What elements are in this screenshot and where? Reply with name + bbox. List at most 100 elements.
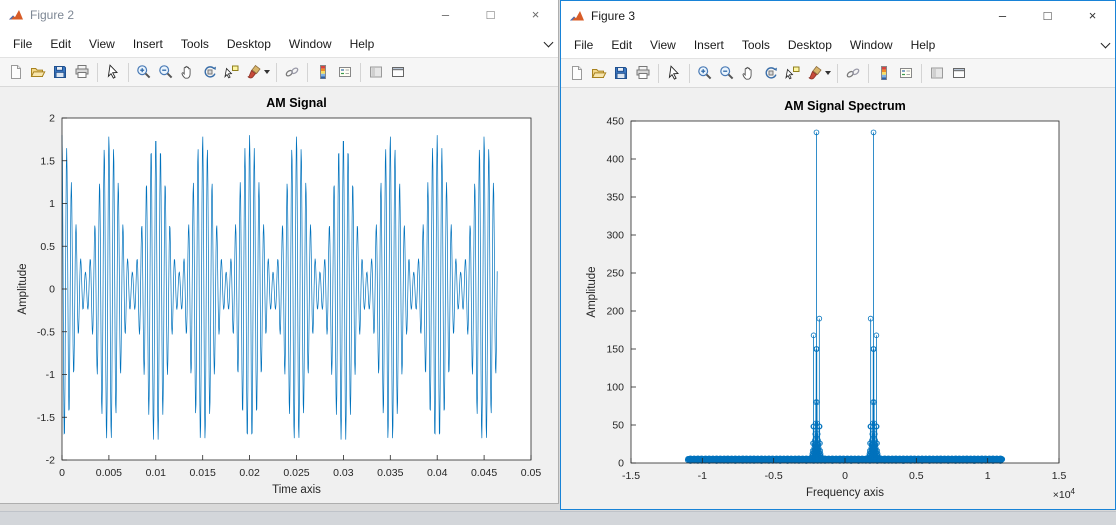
open-file-button[interactable] (27, 61, 49, 83)
rotate-3d-button[interactable] (199, 61, 221, 83)
svg-text:Amplitude: Amplitude (17, 263, 29, 314)
svg-text:450: 450 (606, 116, 624, 128)
dock-figure-button[interactable] (948, 62, 970, 84)
open-file-button[interactable] (588, 62, 610, 84)
menu-help[interactable]: Help (341, 32, 384, 56)
link-plot-button[interactable] (842, 62, 864, 84)
svg-text:200: 200 (606, 306, 624, 318)
data-cursor-button[interactable] (221, 61, 243, 83)
save-figure-icon (52, 64, 68, 80)
close-button[interactable]: × (1070, 1, 1115, 31)
toolbar-separator (128, 62, 129, 82)
menu-edit[interactable]: Edit (602, 33, 641, 57)
svg-text:0.035: 0.035 (377, 467, 403, 479)
menu-file[interactable]: File (565, 33, 602, 57)
edit-plot-icon (666, 65, 682, 81)
dock-figure-icon (951, 65, 967, 81)
svg-text:300: 300 (606, 230, 624, 242)
hide-plot-tools-icon (368, 64, 384, 80)
menu-file[interactable]: File (4, 32, 41, 56)
print-figure-icon (635, 65, 651, 81)
menu-edit[interactable]: Edit (41, 32, 80, 56)
maximize-button[interactable]: □ (1025, 1, 1070, 31)
svg-text:0.03: 0.03 (333, 467, 354, 479)
menu-tools[interactable]: Tools (172, 32, 218, 56)
toolbar-separator (921, 63, 922, 83)
maximize-button[interactable]: □ (468, 0, 513, 30)
menu-window[interactable]: Window (280, 32, 341, 56)
hide-plot-tools-button[interactable] (365, 61, 387, 83)
insert-colorbar-icon (315, 64, 331, 80)
am-signal-spectrum-chart: -1.5 -1 -0.5 0 0.5 1 1.5 0 50 100 150 200 250 300 350 4… (586, 99, 1076, 501)
insert-colorbar-icon (876, 65, 892, 81)
new-figure-button[interactable] (5, 61, 27, 83)
zoom-in-icon (136, 64, 152, 80)
edit-plot-button[interactable] (663, 62, 685, 84)
svg-text:Time axis: Time axis (272, 484, 321, 496)
toolbar-separator (276, 62, 277, 82)
zoom-out-button[interactable] (716, 62, 738, 84)
svg-text:0.01: 0.01 (146, 467, 167, 479)
link-plot-icon (845, 65, 861, 81)
menu-insert[interactable]: Insert (124, 32, 172, 56)
svg-text:0.5: 0.5 (909, 470, 924, 482)
new-figure-button[interactable] (566, 62, 588, 84)
pan-button[interactable] (177, 61, 199, 83)
zoom-in-button[interactable] (694, 62, 716, 84)
link-plot-button[interactable] (281, 61, 303, 83)
menu-window[interactable]: Window (841, 33, 902, 57)
insert-legend-button[interactable] (334, 61, 356, 83)
svg-text:0.005: 0.005 (96, 467, 122, 479)
data-cursor-icon (224, 64, 240, 80)
close-button[interactable]: × (513, 0, 558, 30)
menu-desktop[interactable]: Desktop (218, 32, 280, 56)
save-figure-button[interactable] (610, 62, 632, 84)
rotate-3d-button[interactable] (760, 62, 782, 84)
svg-text:1: 1 (985, 470, 991, 482)
menu-help[interactable]: Help (902, 33, 945, 57)
svg-text:0.04: 0.04 (427, 467, 448, 479)
save-figure-button[interactable] (49, 61, 71, 83)
toolbar-separator (307, 62, 308, 82)
svg-text:0.5: 0.5 (40, 241, 55, 253)
zoom-out-button[interactable] (155, 61, 177, 83)
insert-legend-button[interactable] (895, 62, 917, 84)
svg-text:-0.5: -0.5 (765, 470, 783, 482)
print-figure-button[interactable] (71, 61, 93, 83)
print-figure-button[interactable] (632, 62, 654, 84)
svg-text:150: 150 (606, 344, 624, 356)
zoom-in-button[interactable] (133, 61, 155, 83)
toolbar-separator (837, 63, 838, 83)
matlab-figure-icon (8, 7, 24, 23)
menubar-overflow-icon[interactable] (1100, 38, 1111, 50)
svg-text:250: 250 (606, 268, 624, 280)
open-file-icon (30, 64, 46, 80)
minimize-button[interactable]: – (423, 0, 468, 30)
data-cursor-button[interactable] (782, 62, 804, 84)
hide-plot-tools-button[interactable] (926, 62, 948, 84)
link-plot-icon (284, 64, 300, 80)
brush-data-button[interactable] (243, 61, 272, 83)
zoom-in-icon (697, 65, 713, 81)
dock-figure-button[interactable] (387, 61, 409, 83)
svg-text:-1: -1 (698, 470, 707, 482)
menubar-overflow-icon[interactable] (543, 37, 554, 49)
menu-tools[interactable]: Tools (733, 33, 779, 57)
menu-insert[interactable]: Insert (685, 33, 733, 57)
pan-icon (180, 64, 196, 80)
edit-plot-button[interactable] (102, 61, 124, 83)
brush-data-icon (246, 64, 262, 80)
pan-button[interactable] (738, 62, 760, 84)
minimize-button[interactable]: – (980, 1, 1025, 31)
am-signal-chart: 0 0.005 0.01 0.015 0.02 0.025 0.03 0.035 0.04 0.0… (17, 96, 541, 496)
brush-data-button[interactable] (804, 62, 833, 84)
open-file-icon (591, 65, 607, 81)
insert-colorbar-button[interactable] (873, 62, 895, 84)
menu-view[interactable]: View (641, 33, 685, 57)
insert-colorbar-button[interactable] (312, 61, 334, 83)
menu-desktop[interactable]: Desktop (779, 33, 841, 57)
svg-text:50: 50 (612, 420, 624, 432)
rotate-3d-icon (202, 64, 218, 80)
menu-view[interactable]: View (80, 32, 124, 56)
svg-text:0.025: 0.025 (283, 467, 309, 479)
